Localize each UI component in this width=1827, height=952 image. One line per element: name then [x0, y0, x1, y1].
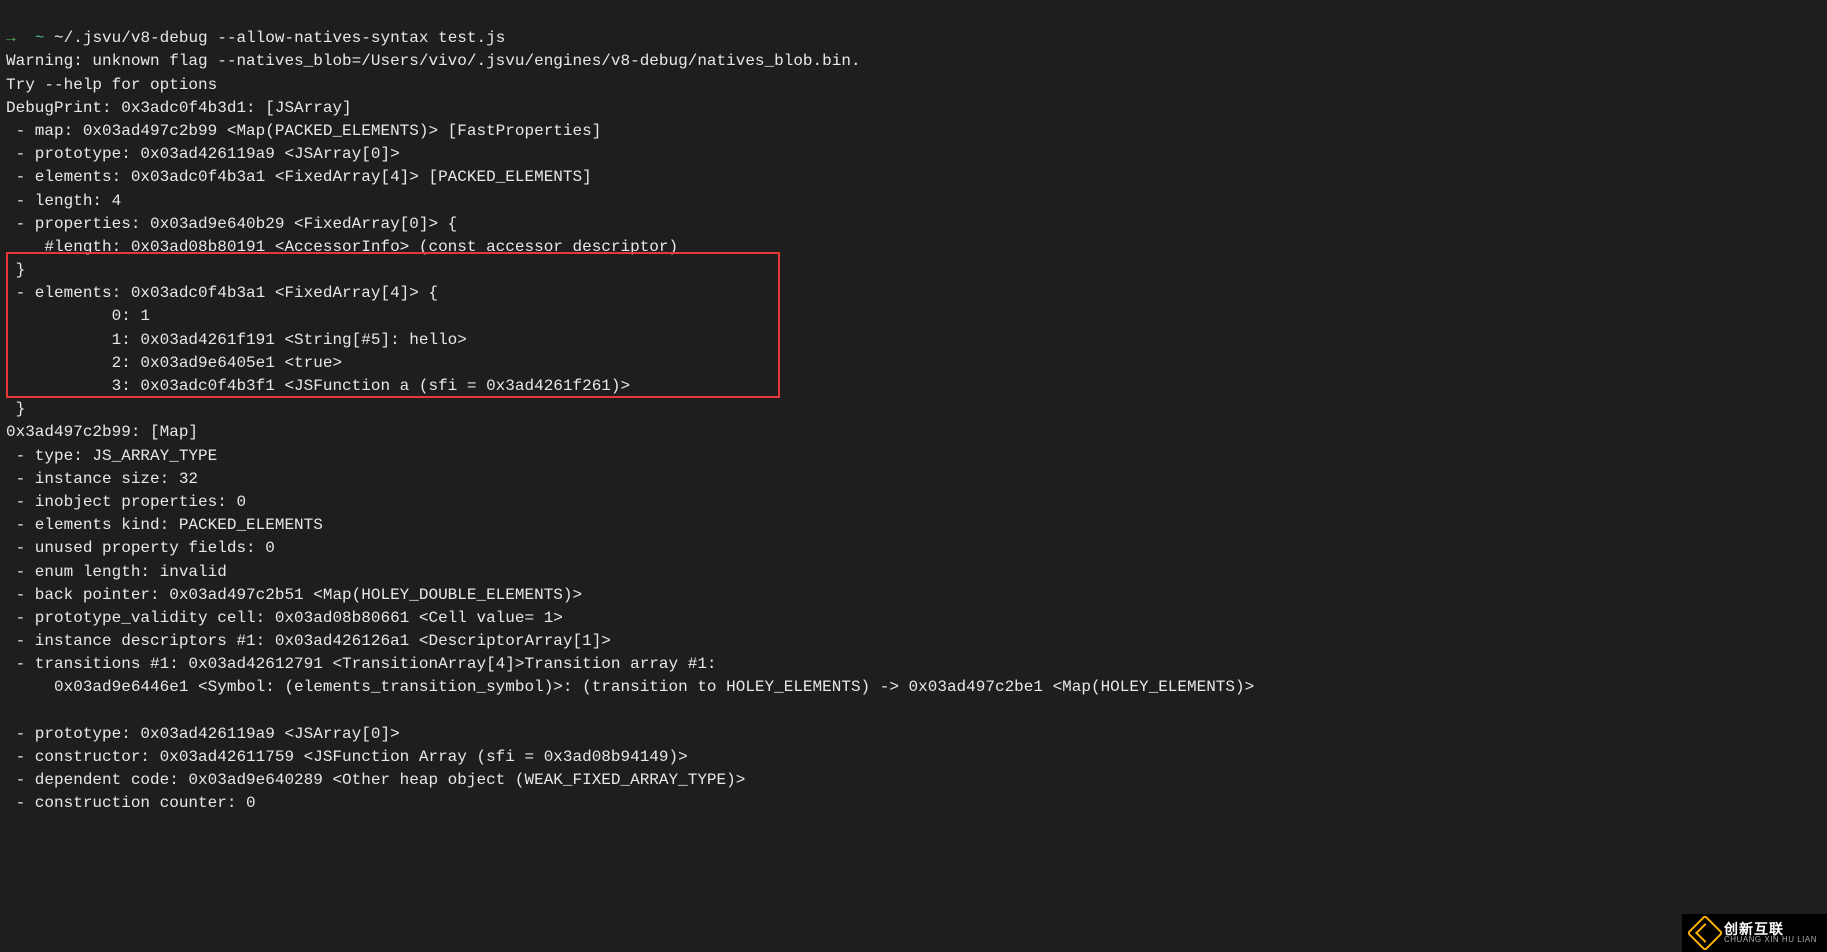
- output-line: - elements: 0x03adc0f4b3a1 <FixedArray[4…: [6, 284, 438, 302]
- output-line: #length: 0x03ad08b80191 <AccessorInfo> (…: [6, 238, 678, 256]
- output-line: - prototype: 0x03ad426119a9 <JSArray[0]>: [6, 145, 400, 163]
- output-line: - transitions #1: 0x03ad42612791 <Transi…: [6, 655, 717, 673]
- output-line: - elements kind: PACKED_ELEMENTS: [6, 516, 323, 534]
- output-line: 2: 0x03ad9e6405e1 <true>: [6, 354, 342, 372]
- output-line: - construction counter: 0: [6, 794, 256, 812]
- output-line: - properties: 0x03ad9e640b29 <FixedArray…: [6, 215, 457, 233]
- output-line: - inobject properties: 0: [6, 493, 246, 511]
- output-line: DebugPrint: 0x3adc0f4b3d1: [JSArray]: [6, 99, 352, 117]
- output-line: - instance descriptors #1: 0x03ad426126a…: [6, 632, 611, 650]
- output-line: 0: 1: [6, 307, 150, 325]
- output-line: - constructor: 0x03ad42611759 <JSFunctio…: [6, 748, 688, 766]
- output-line: 1: 0x03ad4261f191 <String[#5]: hello>: [6, 331, 467, 349]
- output-line: - instance size: 32: [6, 470, 198, 488]
- logo-mark-icon: [1687, 915, 1724, 952]
- watermark-logo: 创新互联 CHUANG XIN HU LIAN: [1682, 914, 1827, 952]
- terminal-output[interactable]: → ~ ~/.jsvu/v8-debug --allow-natives-syn…: [0, 0, 1827, 845]
- command-text: ~/.jsvu/v8-debug --allow-natives-syntax …: [54, 29, 505, 47]
- output-line: - enum length: invalid: [6, 563, 227, 581]
- output-line: - back pointer: 0x03ad497c2b51 <Map(HOLE…: [6, 586, 582, 604]
- output-line: }: [6, 261, 25, 279]
- output-line: Warning: unknown flag --natives_blob=/Us…: [6, 52, 861, 70]
- output-line: - type: JS_ARRAY_TYPE: [6, 447, 217, 465]
- logo-text-en: CHUANG XIN HU LIAN: [1724, 936, 1817, 944]
- output-line: - prototype_validity cell: 0x03ad08b8066…: [6, 609, 563, 627]
- output-line: - length: 4: [6, 192, 121, 210]
- output-line: - unused property fields: 0: [6, 539, 275, 557]
- output-line: - map: 0x03ad497c2b99 <Map(PACKED_ELEMEN…: [6, 122, 601, 140]
- prompt-arrow-icon: →: [6, 29, 16, 47]
- output-line: 0x03ad9e6446e1 <Symbol: (elements_transi…: [6, 678, 1254, 696]
- output-line: Try --help for options: [6, 76, 217, 94]
- output-line: }: [6, 400, 25, 418]
- output-line: - elements: 0x03adc0f4b3a1 <FixedArray[4…: [6, 168, 592, 186]
- output-line: 3: 0x03adc0f4b3f1 <JSFunction a (sfi = 0…: [6, 377, 630, 395]
- output-line: 0x3ad497c2b99: [Map]: [6, 423, 198, 441]
- prompt-tilde: ~: [35, 29, 45, 47]
- logo-text-cn: 创新互联: [1724, 922, 1817, 936]
- output-line: - dependent code: 0x03ad9e640289 <Other …: [6, 771, 745, 789]
- output-line: - prototype: 0x03ad426119a9 <JSArray[0]>: [6, 725, 400, 743]
